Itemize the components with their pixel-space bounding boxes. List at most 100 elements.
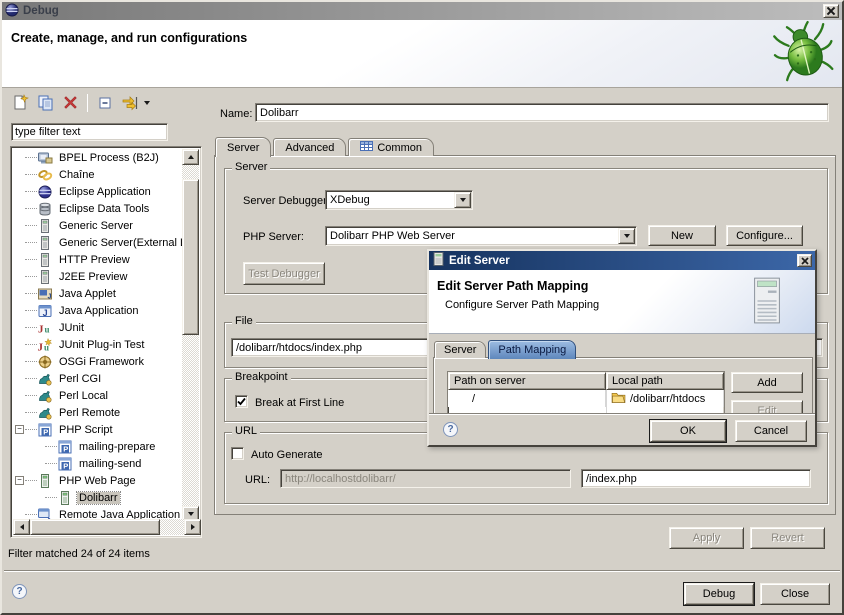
tree-item-cha-ne[interactable]: Chaîne: [13, 166, 184, 183]
tree-horizontal-scrollbar[interactable]: [13, 519, 201, 535]
osgi-framework-icon: [37, 354, 53, 370]
svg-text:J: J: [38, 341, 44, 353]
name-input[interactable]: [255, 103, 829, 122]
delete-config-icon[interactable]: [59, 92, 81, 113]
tree-item-mailing-send[interactable]: Pmailing-send: [13, 455, 184, 472]
tree-item-junit-plug-in-test[interactable]: JuJUnit Plug-in Test: [13, 336, 184, 353]
tree-item-label: PHP Script: [57, 424, 115, 436]
close-icon[interactable]: [797, 254, 812, 267]
column-local-path[interactable]: Local path: [606, 372, 724, 390]
tab-path-mapping-label: Path Mapping: [498, 344, 566, 356]
debug-button[interactable]: Debug: [684, 583, 754, 605]
ok-button[interactable]: OK: [650, 420, 726, 442]
table-icon: [360, 140, 373, 155]
auto-generate-label: Auto Generate: [251, 449, 323, 461]
svg-text:J: J: [48, 293, 52, 300]
banner: Create, manage, and run configurations: [2, 20, 842, 88]
scroll-left-icon[interactable]: [13, 519, 30, 535]
server-path-cell: /: [448, 390, 606, 407]
cancel-button[interactable]: Cancel: [735, 420, 807, 442]
server-group-title: Server: [232, 161, 270, 173]
tree-item-eclipse-application[interactable]: Eclipse Application: [13, 183, 184, 200]
tree-item-generic-server[interactable]: Generic Server: [13, 217, 184, 234]
tree-item-j2ee-preview[interactable]: J2EE Preview: [13, 268, 184, 285]
svg-text:P: P: [43, 427, 48, 436]
configure-server-button[interactable]: Configure...: [726, 225, 803, 246]
tree-item-label: Eclipse Data Tools: [57, 203, 151, 215]
svg-text:P: P: [63, 461, 68, 470]
tree-item-junit[interactable]: JuJUnit: [13, 319, 184, 336]
tree-item-bpel-process-b2j[interactable]: BPEL Process (B2J): [13, 149, 184, 166]
tree-item-perl-remote[interactable]: Perl Remote: [13, 404, 184, 421]
tree-item-dolibarr[interactable]: Dolibarr: [13, 489, 184, 506]
collapse-toggle-icon[interactable]: −: [15, 476, 24, 485]
tree-item-label: OSGi Framework: [57, 356, 146, 368]
path-mapping-rows: / /dolibarr/htdocs: [448, 390, 724, 407]
path-mapping-row[interactable]: / /dolibarr/htdocs: [448, 390, 724, 407]
tree-hscroll-thumb[interactable]: [30, 519, 160, 535]
tree-vscroll-thumb[interactable]: [182, 179, 199, 335]
tree-item-perl-local[interactable]: Perl Local: [13, 387, 184, 404]
tree-vertical-scrollbar[interactable]: [182, 149, 199, 522]
server-icon: [37, 235, 53, 251]
column-path-on-server[interactable]: Path on server: [448, 372, 606, 390]
tree-item-label: JUnit Plug-in Test: [57, 339, 146, 351]
chevron-down-icon[interactable]: [618, 228, 635, 244]
java-application-icon: J: [37, 303, 53, 319]
filter-icon[interactable]: [119, 92, 141, 113]
collapse-all-icon[interactable]: [94, 92, 116, 113]
scroll-right-icon[interactable]: [184, 519, 201, 535]
folder-icon: [611, 391, 626, 406]
test-debugger-label: Test Debugger: [248, 268, 320, 280]
tab-server-settings[interactable]: Server: [434, 341, 486, 358]
tab-common[interactable]: Common: [348, 138, 434, 156]
tab-advanced[interactable]: Advanced: [273, 138, 346, 156]
local-path-cell: /dolibarr/htdocs: [630, 393, 705, 405]
close-button[interactable]: Close: [760, 583, 830, 605]
filter-input[interactable]: [11, 123, 168, 141]
tree-item-php-script[interactable]: − P PHP Script: [13, 421, 184, 438]
help-icon[interactable]: ?: [443, 422, 458, 437]
tree-item-generic-server-external-la[interactable]: Generic Server(External La: [13, 234, 184, 251]
edit-server-dialog: Edit Server Edit Server Path Mapping Con…: [427, 249, 817, 447]
configure-server-label: Configure...: [736, 230, 793, 242]
tab-server-settings-label: Server: [444, 344, 476, 356]
tree-item-mailing-prepare[interactable]: Pmailing-prepare: [13, 438, 184, 455]
filter-menu-caret[interactable]: [144, 101, 150, 108]
add-label: Add: [757, 377, 777, 389]
tree-item-label: Dolibarr: [77, 492, 120, 504]
tree-item-osgi-framework[interactable]: OSGi Framework: [13, 353, 184, 370]
tree-item-php-web-page[interactable]: −PHP Web Page: [13, 472, 184, 489]
window-title: Debug: [23, 5, 59, 17]
file-group-title: File: [232, 315, 256, 327]
ok-label: OK: [680, 425, 696, 437]
tab-path-mapping[interactable]: Path Mapping: [488, 340, 576, 359]
tab-server[interactable]: Server: [215, 137, 271, 157]
php-server-select[interactable]: Dolibarr PHP Web Server: [325, 226, 637, 246]
php-script-icon: P: [57, 456, 73, 472]
tree-item-eclipse-data-tools[interactable]: Eclipse Data Tools: [13, 200, 184, 217]
server-debugger-select[interactable]: XDebug: [325, 190, 473, 210]
new-config-icon[interactable]: [9, 92, 31, 113]
php-server-label: PHP Server:: [243, 231, 304, 243]
tree-item-java-application[interactable]: JJava Application: [13, 302, 184, 319]
config-tree: BPEL Process (B2J) Chaîne Eclipse Applicat…: [13, 149, 184, 522]
scroll-up-icon[interactable]: [182, 149, 199, 165]
tree-item-label: Perl Local: [57, 390, 110, 402]
chevron-down-icon[interactable]: [454, 192, 471, 208]
auto-generate-checkbox[interactable]: [231, 447, 244, 460]
test-debugger-button: Test Debugger: [243, 262, 325, 285]
collapse-toggle-icon[interactable]: −: [15, 425, 24, 434]
add-mapping-button[interactable]: Add: [731, 372, 803, 393]
filter-status: Filter matched 24 of 24 items: [8, 548, 150, 560]
new-server-button[interactable]: New: [648, 225, 716, 246]
tree-item-label: Chaîne: [57, 169, 96, 181]
break-first-line-checkbox[interactable]: [235, 395, 248, 408]
base-url-input: [280, 469, 571, 488]
tree-item-java-applet[interactable]: JJava Applet: [13, 285, 184, 302]
help-icon[interactable]: ?: [12, 584, 27, 599]
url-path-input[interactable]: [581, 469, 811, 488]
tree-item-http-preview[interactable]: HTTP Preview: [13, 251, 184, 268]
duplicate-config-icon[interactable]: [34, 92, 56, 113]
tree-item-perl-cgi[interactable]: Perl CGI: [13, 370, 184, 387]
